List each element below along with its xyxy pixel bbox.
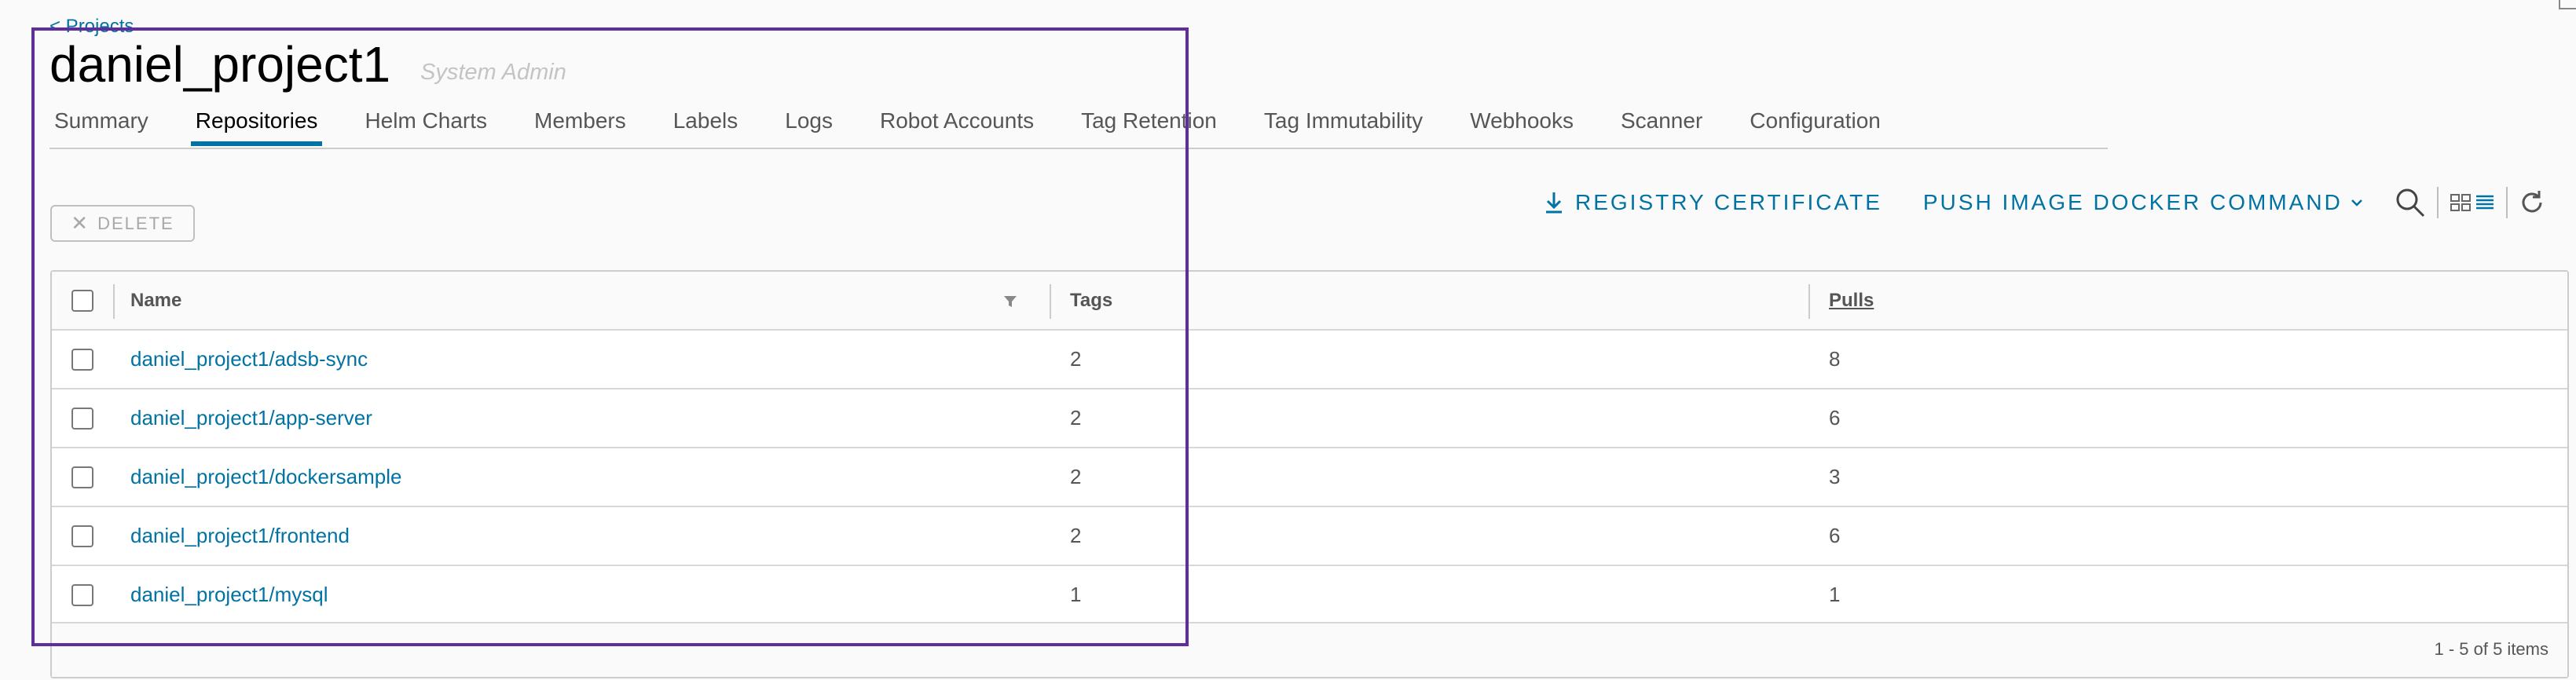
pagination-info: 1 - 5 of 5 items [2434,639,2549,659]
delete-button[interactable]: ✕ DELETE [50,205,195,242]
pulls-count: 3 [1829,465,1841,488]
row-checkbox[interactable] [71,466,93,488]
card-view-icon [2450,194,2471,211]
tab-labels[interactable]: Labels [669,102,743,146]
column-header-name[interactable]: Name [130,272,181,329]
repository-link[interactable]: daniel_project1/dockersample [130,465,401,489]
tab-repositories[interactable]: Repositories [190,102,323,146]
refresh-icon [2522,191,2542,213]
pulls-count: 6 [1829,406,1841,430]
repository-link[interactable]: daniel_project1/app-server [130,406,372,430]
row-checkbox[interactable] [71,407,93,430]
chevron-down-icon [2351,199,2362,207]
tab-robot-accounts[interactable]: Robot Accounts [875,102,1039,146]
repository-toolbar: REGISTRY CERTIFICATE PUSH IMAGE DOCKER C… [1544,182,2545,223]
table-header-row: Name Tags Pulls [52,272,2567,331]
row-checkbox[interactable] [71,583,93,606]
page: < Projects daniel_project1 System Admin … [0,0,2576,680]
tags-count: 2 [1070,465,1082,488]
push-image-label: PUSH IMAGE DOCKER COMMAND [1922,190,2343,214]
tab-tag-immutability[interactable]: Tag Immutability [1259,102,1427,146]
table-row[interactable]: daniel_project1/adsb-sync 2 8 [52,331,2567,389]
tab-webhooks[interactable]: Webhooks [1465,102,1578,146]
refresh-button[interactable] [2519,189,2545,216]
repository-link[interactable]: daniel_project1/frontend [130,524,350,548]
column-divider [113,284,115,319]
window-corner-marker [2559,0,2576,9]
select-all-cell [52,272,113,329]
repository-link[interactable]: daniel_project1/adsb-sync [130,347,368,371]
tags-count: 2 [1070,524,1082,547]
page-title: daniel_project1 [49,36,391,93]
row-select-cell [52,507,113,565]
table-row[interactable]: daniel_project1/app-server 2 6 [52,389,2567,448]
pulls-sort-label: Pulls [1829,289,1874,311]
search-button[interactable] [2395,187,2426,218]
pulls-count: 8 [1829,347,1841,371]
tab-summary[interactable]: Summary [49,102,153,146]
tags-count: 2 [1070,347,1082,371]
table-footer: 1 - 5 of 5 items [52,622,2567,677]
select-all-checkbox[interactable] [71,289,93,312]
tab-configuration[interactable]: Configuration [1745,102,1885,146]
column-header-tags[interactable]: Tags [1070,272,1112,329]
pulls-count: 6 [1829,524,1841,547]
tags-count: 1 [1070,583,1082,606]
project-tabs: Summary Repositories Helm Charts Members… [49,102,2108,149]
push-image-docker-command-button[interactable]: PUSH IMAGE DOCKER COMMAND [1923,190,2374,215]
registry-certificate-label: REGISTRY CERTIFICATE [1575,190,1882,214]
tab-members[interactable]: Members [529,102,631,146]
table-row[interactable]: daniel_project1/dockersample 2 3 [52,448,2567,507]
column-header-pulls[interactable]: Pulls [1829,272,1874,329]
row-checkbox[interactable] [71,525,93,547]
table-row[interactable]: daniel_project1/mysql 1 1 [52,566,2567,625]
row-select-cell [52,331,113,388]
tab-logs[interactable]: Logs [780,102,837,146]
column-divider [1050,284,1051,319]
tags-count: 2 [1070,406,1082,430]
row-select-cell [52,448,113,506]
tab-tag-retention[interactable]: Tag Retention [1076,102,1222,146]
list-view-button[interactable] [2475,192,2495,214]
row-select-cell [52,389,113,447]
card-view-button[interactable] [2450,192,2472,214]
table-row[interactable]: daniel_project1/frontend 2 6 [52,507,2567,566]
toolbar-divider [2505,187,2508,218]
filter-icon[interactable] [1002,294,1018,309]
search-icon [2396,188,2424,218]
pulls-count: 1 [1829,583,1841,606]
row-select-cell [52,566,113,623]
column-divider [1808,284,1810,319]
delete-button-label: DELETE [97,213,174,233]
tab-helm-charts[interactable]: Helm Charts [360,102,492,146]
tab-scanner[interactable]: Scanner [1616,102,1707,146]
repository-link[interactable]: daniel_project1/mysql [130,583,328,607]
download-icon [1546,192,1562,214]
toolbar-divider [2436,187,2439,218]
list-view-icon [2475,195,2494,210]
user-role-label: System Admin [420,60,566,85]
registry-certificate-button[interactable]: REGISTRY CERTIFICATE [1544,190,1882,215]
repositories-table: Name Tags Pulls daniel_project1/adsb-syn… [50,270,2569,678]
close-icon: ✕ [71,211,89,235]
row-checkbox[interactable] [71,348,93,371]
